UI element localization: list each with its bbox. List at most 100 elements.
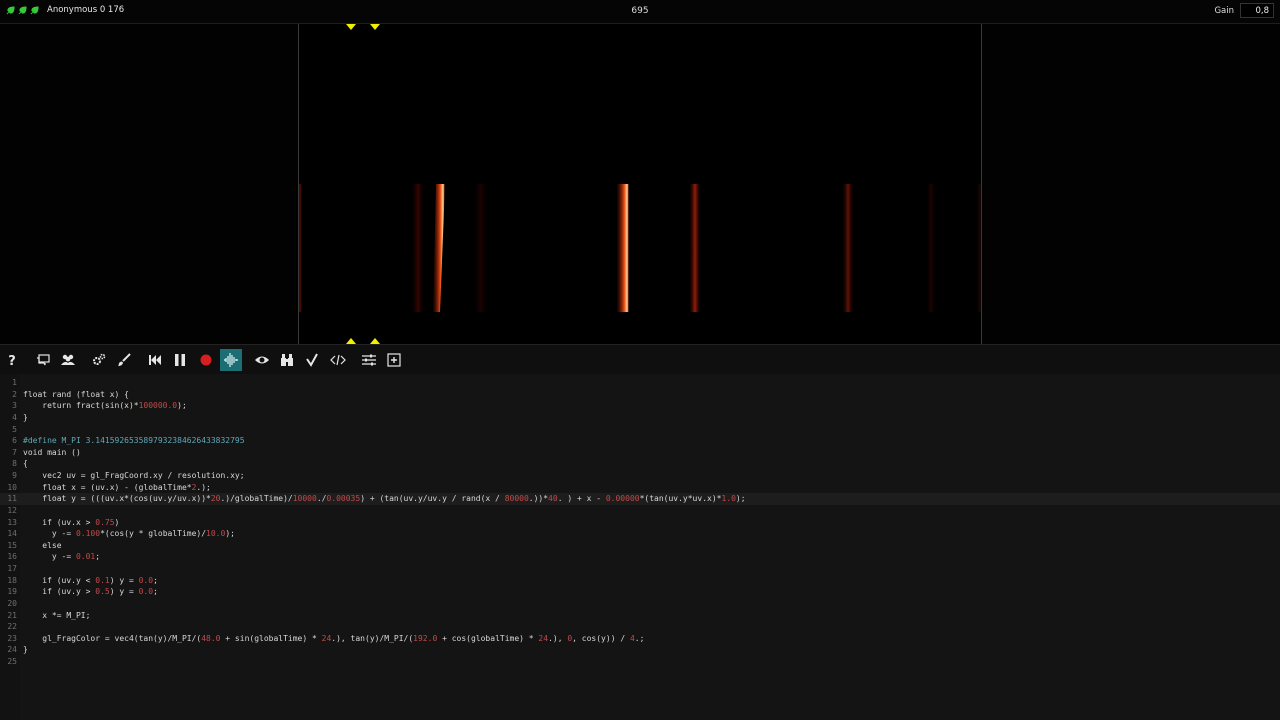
spectrogram-streaks (298, 184, 982, 312)
line-number: 21 (7, 610, 17, 620)
code-text: if (uv.x > 0.75) (23, 517, 120, 527)
code-line[interactable]: 19 if (uv.y > 0.5) y = 0.0; (0, 586, 1280, 598)
line-number: 20 (7, 598, 17, 608)
code-line[interactable]: 12 (0, 505, 1280, 517)
line-number: 15 (7, 540, 17, 550)
code-text: { (23, 459, 28, 469)
spectrogram-canvas (298, 184, 982, 312)
eye-button[interactable] (251, 349, 273, 371)
line-number: 25 (7, 657, 17, 667)
gain-label: Gain (1214, 5, 1234, 16)
code-line[interactable]: 17 (0, 563, 1280, 575)
code-line[interactable]: 8{ (0, 458, 1280, 470)
line-number: 5 (12, 424, 17, 434)
code-text: #define M_PI 3.1415926535897932384626433… (23, 436, 245, 446)
code-text: x *= M_PI; (23, 610, 91, 620)
code-line[interactable]: 13 if (uv.x > 0.75) (0, 517, 1280, 529)
code-line[interactable]: 2 float rand (float x) { (0, 389, 1280, 401)
code-icon (330, 354, 346, 366)
code-line[interactable]: 4} (0, 412, 1280, 424)
add-button[interactable] (383, 349, 405, 371)
code-line[interactable]: 15 else (0, 540, 1280, 552)
code-line[interactable]: 21 x *= M_PI; (0, 610, 1280, 622)
users-button[interactable] (57, 349, 79, 371)
user-info[interactable]: Anonymous 0 176 (6, 5, 124, 15)
code-line[interactable]: 10 float x = (uv.x) - (globalTime*2.); (0, 482, 1280, 494)
line-number: 12 (7, 505, 17, 515)
code-text: y -= 0.100*(cos(y * globalTime)/10.0); (23, 529, 235, 539)
code-line[interactable]: 22 (0, 621, 1280, 633)
gain-control: Gain 0,8 (1214, 3, 1274, 18)
line-number: 23 (7, 633, 17, 643)
waveform-icon (224, 353, 238, 367)
frame-counter: 695 (631, 6, 649, 16)
line-number: 7 (12, 447, 17, 457)
code-text: else (23, 540, 62, 550)
right-boundary-line (981, 24, 982, 344)
code-line[interactable]: 18 if (uv.y < 0.1) y = 0.0; (0, 575, 1280, 587)
line-number: 2 (12, 389, 17, 399)
users-icon (61, 354, 75, 365)
help-button[interactable]: ? (1, 349, 23, 371)
settings-icon (93, 353, 106, 365)
line-number: 18 (7, 575, 17, 585)
toolbar: ? (0, 344, 1280, 375)
add-icon (387, 353, 401, 367)
top-bar: Anonymous 0 176 695 Gain 0,8 (0, 0, 1280, 24)
code-line[interactable]: 20 (0, 598, 1280, 610)
code-text: void main () (23, 447, 81, 457)
code-line[interactable]: 23 gl_FragColor = vec4(tan(y)/M_PI/(48.0… (0, 633, 1280, 645)
leaf-icon (30, 5, 39, 15)
line-number: 17 (7, 564, 17, 574)
code-text: return fract(sin(x)*100000.0); (23, 401, 187, 411)
code-line[interactable]: 6 #define M_PI 3.141592653589793238462643… (0, 435, 1280, 447)
code-button[interactable] (327, 349, 349, 371)
line-number: 8 (12, 459, 17, 469)
record-button[interactable] (195, 349, 217, 371)
code-line[interactable]: 1 (0, 377, 1280, 389)
gain-input[interactable]: 0,8 (1240, 3, 1274, 18)
sliders-icon (362, 354, 376, 366)
code-line[interactable]: 16 y -= 0.01; (0, 551, 1280, 563)
code-line[interactable]: 3 return fract(sin(x)*100000.0); (0, 400, 1280, 412)
pause-button[interactable] (169, 349, 191, 371)
settings-button[interactable] (88, 349, 110, 371)
help-icon: ? (8, 354, 16, 368)
line-number: 13 (7, 517, 17, 527)
chat-button[interactable] (32, 349, 54, 371)
code-line[interactable]: 9 vec2 uv = gl_FragCoord.xy / resolution… (0, 470, 1280, 482)
line-number: 4 (12, 412, 17, 422)
code-text: if (uv.y > 0.5) y = 0.0; (23, 587, 158, 597)
marker-top-1[interactable] (346, 24, 356, 30)
code-text: float x = (uv.x) - (globalTime*2.); (23, 482, 211, 492)
line-number: 10 (7, 482, 17, 492)
code-line[interactable]: 25 (0, 656, 1280, 668)
line-number: 19 (7, 587, 17, 597)
sliders-button[interactable] (358, 349, 380, 371)
user-label: Anonymous 0 176 (47, 5, 125, 15)
code-text: } (23, 645, 28, 655)
marker-top-2[interactable] (370, 24, 380, 30)
spectrogram-viewer[interactable] (0, 24, 1280, 344)
code-line[interactable]: 11 float y = (((uv.x*(cos(uv.y/uv.x))*20… (0, 493, 1280, 505)
code-line[interactable]: 24} (0, 644, 1280, 656)
leaf-icon (6, 5, 15, 15)
check-icon (306, 353, 318, 367)
svg-text:?: ? (8, 354, 16, 368)
code-editor[interactable]: 1 2 float rand (float x) {3 return fract(s… (0, 374, 1280, 720)
brush-button[interactable] (113, 349, 135, 371)
code-text: if (uv.y < 0.1) y = 0.0; (23, 575, 158, 585)
code-line[interactable]: 14 y -= 0.100*(cos(y * globalTime)/10.0)… (0, 528, 1280, 540)
line-number: 11 (7, 494, 17, 504)
code-text: float rand (float x) { (23, 389, 129, 399)
code-line[interactable]: 7 void main () (0, 447, 1280, 459)
code-line[interactable]: 5 (0, 424, 1280, 436)
rewind-button[interactable] (144, 349, 166, 371)
line-number: 22 (7, 622, 17, 632)
line-number: 24 (7, 645, 17, 655)
pause-icon (175, 354, 185, 366)
waveform-button[interactable] (220, 349, 242, 371)
binoculars-button[interactable] (276, 349, 298, 371)
code-text: vec2 uv = gl_FragCoord.xy / resolution.x… (23, 471, 245, 481)
check-button[interactable] (301, 349, 323, 371)
